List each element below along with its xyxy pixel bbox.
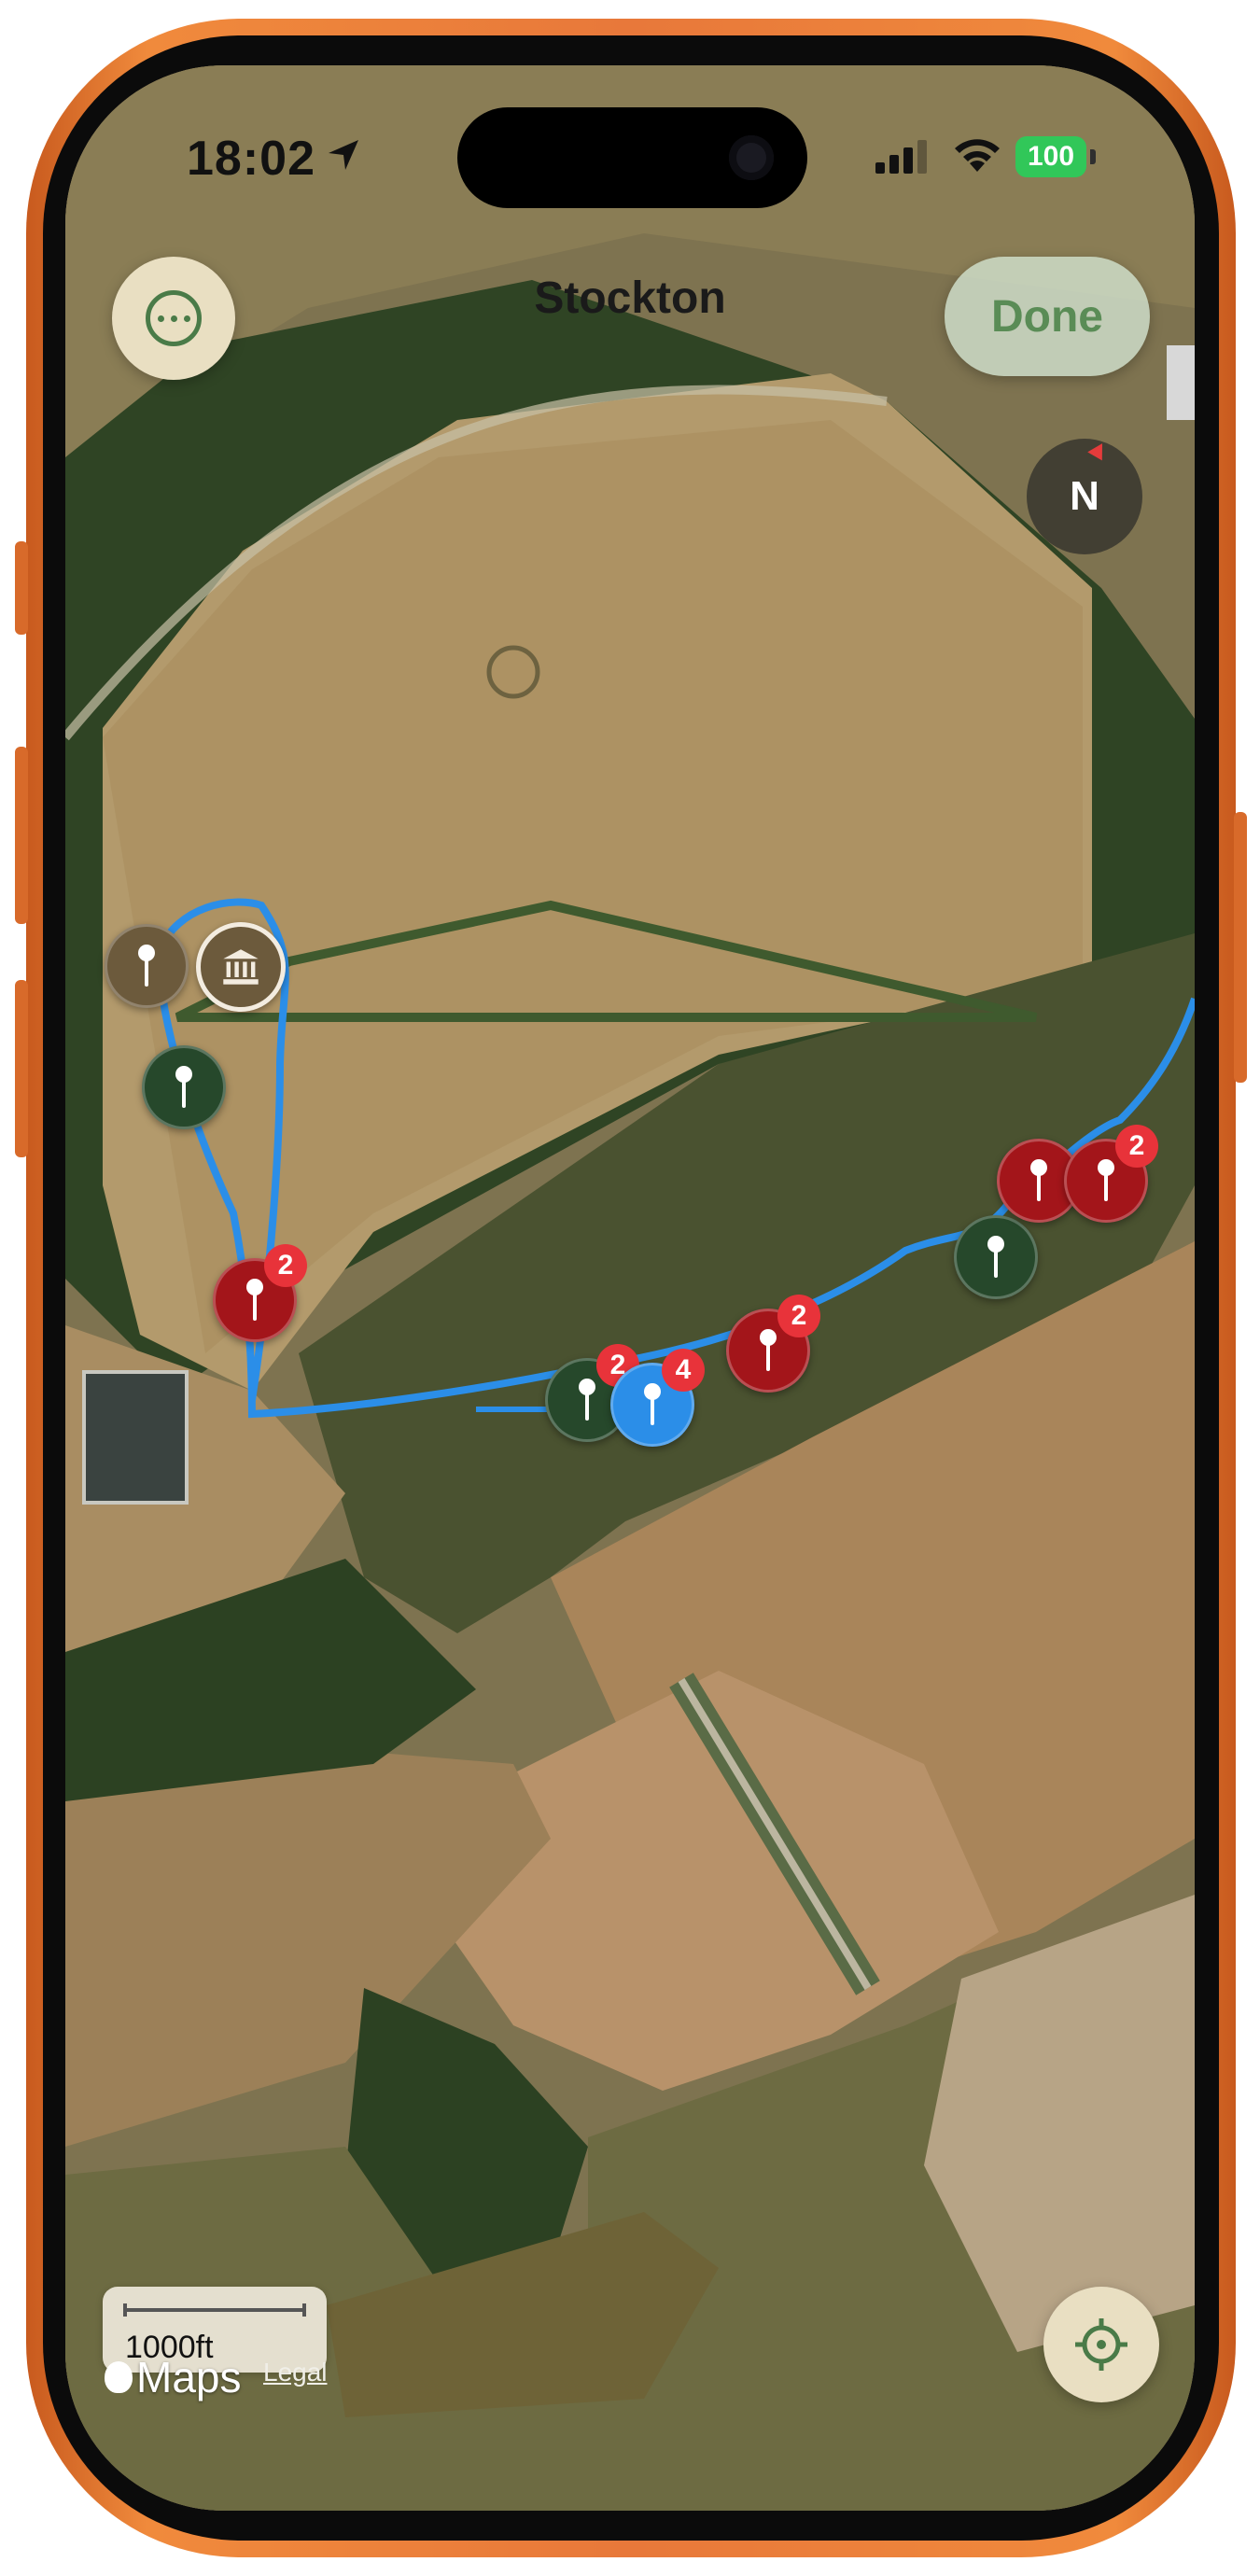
map-pin-green[interactable]	[954, 1215, 1038, 1299]
museum-icon	[223, 949, 259, 985]
front-camera	[729, 135, 774, 180]
map-pin-museum[interactable]	[196, 922, 286, 1012]
screen: 18:02 100 Stockton Done N 2 2 4 2 2 1000…	[65, 65, 1195, 2511]
power-button	[1234, 812, 1247, 1083]
pin-icon	[644, 1383, 661, 1425]
map-pin-red[interactable]: 2	[1064, 1125, 1158, 1223]
scale-bar	[123, 2303, 306, 2317]
compass-label: N	[1070, 473, 1099, 519]
legal-link[interactable]: Legal	[263, 2358, 328, 2387]
status-bar: 18:02 100	[65, 65, 1195, 215]
dynamic-island	[457, 107, 807, 208]
pin-icon	[1098, 1159, 1114, 1201]
pin-icon	[579, 1379, 595, 1421]
apple-maps-logo: Maps	[105, 2352, 241, 2402]
pin-icon	[246, 1279, 263, 1321]
volume-down-button	[15, 980, 28, 1157]
wifi-icon	[952, 134, 1002, 180]
pin-icon	[987, 1236, 1004, 1278]
compass-north-marker	[1087, 439, 1110, 461]
maps-wordmark: Maps	[136, 2353, 242, 2401]
battery-cap	[1090, 149, 1096, 164]
pin-count-badge: 2	[1115, 1125, 1158, 1168]
done-button[interactable]: Done	[945, 257, 1150, 376]
map-pin-brown[interactable]	[105, 924, 189, 1008]
compass-button[interactable]: N	[1027, 439, 1142, 554]
apple-logo-icon	[105, 2361, 133, 2393]
locate-me-button[interactable]	[1043, 2287, 1159, 2402]
location-crosshair-icon	[1075, 2318, 1127, 2371]
pin-count-badge: 4	[662, 1349, 705, 1392]
action-button	[15, 541, 28, 635]
map-pin-green[interactable]	[142, 1045, 226, 1129]
map-pin-blue[interactable]: 4	[610, 1349, 705, 1447]
pin-icon	[175, 1066, 192, 1108]
pin-icon	[138, 945, 155, 987]
battery-indicator: 100	[1015, 136, 1086, 177]
pin-count-badge: 2	[777, 1295, 820, 1337]
volume-up-button	[15, 747, 28, 924]
pin-icon	[1030, 1159, 1047, 1201]
map-pin-red[interactable]: 2	[726, 1295, 820, 1393]
map-pin-red[interactable]: 2	[213, 1244, 307, 1342]
location-arrow-icon	[325, 136, 362, 178]
pin-count-badge: 2	[264, 1244, 307, 1287]
pin-icon	[760, 1329, 777, 1371]
status-time: 18:02	[187, 132, 315, 186]
cellular-signal-icon	[875, 140, 928, 178]
